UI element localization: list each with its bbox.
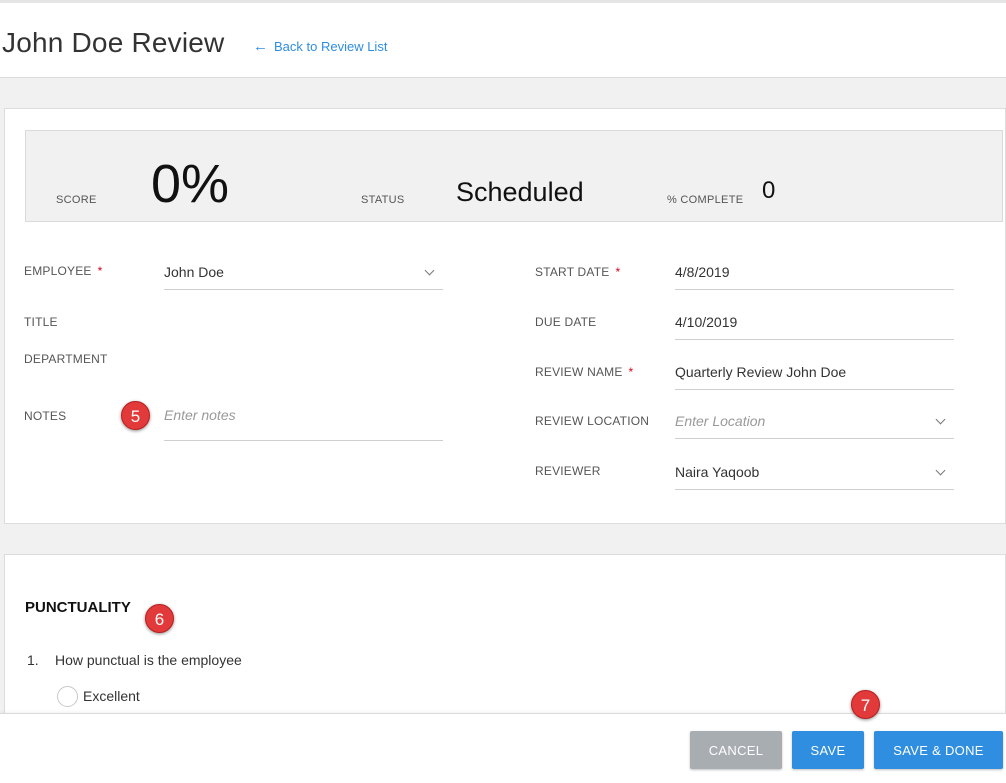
percent-complete-label: % COMPLETE: [667, 194, 744, 206]
chevron-down-icon: [935, 414, 946, 425]
action-footer: CANCEL SAVE SAVE & DONE: [0, 713, 1006, 783]
page-header: John Doe Review ← Back to Review List: [0, 0, 1006, 78]
reviewer-value: Naira Yaqoob: [675, 464, 760, 480]
employee-select[interactable]: John Doe: [164, 258, 443, 290]
percent-complete-value: 0: [762, 177, 776, 204]
question-text: How punctual is the employee: [55, 652, 242, 668]
title-label: TITLE: [24, 315, 58, 329]
start-date-field[interactable]: 4/8/2019: [675, 258, 954, 290]
score-label: SCORE: [56, 194, 97, 206]
page-title: John Doe Review: [2, 27, 225, 58]
question-number: 1.: [27, 652, 39, 668]
callout-badge-notes: 5: [121, 401, 150, 430]
required-marker: *: [628, 365, 634, 379]
radio-excellent[interactable]: [57, 686, 78, 707]
notes-label: NOTES: [24, 409, 67, 423]
employee-value: John Doe: [164, 264, 224, 280]
chevron-down-icon: [424, 265, 435, 276]
notes-input[interactable]: Enter notes: [164, 401, 443, 441]
required-marker: *: [615, 265, 621, 279]
status-value: Scheduled: [456, 177, 584, 207]
review-name-field[interactable]: Quarterly Review John Doe: [675, 358, 954, 390]
review-details-card: SCORE 0% STATUS Scheduled % COMPLETE 0 E…: [4, 108, 1006, 524]
save-and-done-button[interactable]: SAVE & DONE: [874, 731, 1003, 769]
due-date-field[interactable]: 4/10/2019: [675, 308, 954, 340]
score-value: 0%: [151, 154, 230, 214]
review-location-label: REVIEW LOCATION: [535, 414, 650, 428]
start-date-label: START DATE *: [535, 265, 621, 279]
department-label: DEPARTMENT: [24, 352, 108, 366]
callout-badge-save: 7: [851, 690, 880, 719]
employee-label: EMPLOYEE *: [24, 264, 103, 278]
callout-badge-section: 6: [145, 604, 174, 633]
save-button[interactable]: SAVE: [792, 731, 864, 769]
review-location-placeholder: Enter Location: [675, 413, 766, 429]
reviewer-label: REVIEWER: [535, 464, 601, 478]
back-to-review-list-link[interactable]: ← Back to Review List: [253, 39, 387, 54]
required-marker: *: [97, 264, 103, 278]
radio-excellent-label[interactable]: Excellent: [83, 688, 140, 704]
chevron-down-icon: [935, 465, 946, 476]
review-location-select[interactable]: Enter Location: [675, 407, 954, 439]
back-link-label: Back to Review List: [274, 39, 388, 54]
stats-panel: SCORE 0% STATUS Scheduled % COMPLETE 0: [25, 130, 1003, 222]
cancel-button[interactable]: CANCEL: [690, 731, 782, 769]
review-name-label: REVIEW NAME *: [535, 365, 634, 379]
section-title: PUNCTUALITY: [25, 599, 131, 616]
due-date-label: DUE DATE: [535, 315, 597, 329]
arrow-left-icon: ←: [253, 38, 268, 55]
status-label: STATUS: [361, 194, 405, 206]
reviewer-select[interactable]: Naira Yaqoob: [675, 458, 954, 490]
